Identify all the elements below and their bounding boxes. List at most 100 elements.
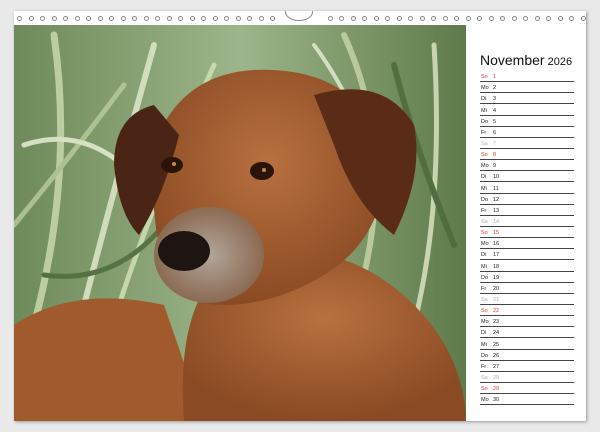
binding-hole bbox=[534, 16, 540, 21]
weekday-label: Di bbox=[481, 252, 487, 259]
binding-hole bbox=[86, 16, 91, 21]
day-row: Do 26 bbox=[480, 350, 574, 361]
day-row: So 29 bbox=[480, 383, 574, 395]
binding-hole bbox=[557, 16, 563, 21]
wire-binding bbox=[14, 11, 586, 25]
day-number: 26 bbox=[493, 352, 500, 359]
day-row: Mi 11 bbox=[480, 182, 574, 194]
day-number: 18 bbox=[493, 263, 500, 270]
hanger-hole bbox=[285, 11, 313, 21]
day-row: Di 24 bbox=[480, 327, 574, 339]
weekday-label: So bbox=[481, 308, 488, 315]
day-row: Do 19 bbox=[480, 272, 574, 283]
day-row: Sa 7 bbox=[480, 138, 574, 149]
weekday-label: Mi bbox=[481, 185, 487, 192]
binding-hole bbox=[143, 16, 149, 21]
day-number: 10 bbox=[493, 174, 500, 181]
binding-hole bbox=[51, 16, 57, 21]
day-row: Fr 20 bbox=[480, 283, 574, 294]
day-row: Mi 4 bbox=[480, 104, 574, 116]
day-number: 23 bbox=[493, 319, 500, 326]
month-name: November bbox=[480, 52, 545, 68]
weekday-label: Do bbox=[481, 118, 489, 125]
binding-hole bbox=[396, 16, 402, 21]
weekday-label: Do bbox=[481, 274, 489, 281]
weekday-label: Fr bbox=[481, 285, 487, 292]
binding-hole bbox=[63, 16, 68, 21]
day-number: 28 bbox=[493, 374, 500, 381]
day-number: 29 bbox=[493, 386, 500, 393]
day-number: 15 bbox=[493, 230, 500, 237]
month-title: November 2026 bbox=[480, 52, 572, 68]
binding-hole bbox=[189, 16, 195, 21]
day-number: 4 bbox=[493, 107, 497, 114]
binding-hole bbox=[465, 16, 471, 21]
binding-hole bbox=[442, 16, 448, 21]
weekday-label: Di bbox=[481, 174, 487, 181]
day-row: Mo 2 bbox=[480, 82, 574, 94]
weekday-label: Sa bbox=[481, 218, 488, 225]
binding-hole bbox=[362, 16, 367, 21]
weekday-label: Mi bbox=[481, 263, 487, 270]
day-number: 7 bbox=[493, 140, 497, 147]
day-row: Do 5 bbox=[480, 116, 574, 127]
day-row: Di 17 bbox=[480, 249, 574, 261]
weekday-label: So bbox=[481, 386, 488, 393]
binding-hole bbox=[500, 16, 505, 21]
binding-hole bbox=[258, 16, 264, 21]
weekday-label: Mi bbox=[481, 341, 487, 348]
day-row: Sa 28 bbox=[480, 372, 574, 383]
day-row: So 1 bbox=[480, 71, 574, 83]
day-row: So 8 bbox=[480, 149, 574, 161]
year-label: 2026 bbox=[547, 56, 573, 68]
day-number: 20 bbox=[493, 285, 500, 292]
weekday-label: Do bbox=[481, 196, 489, 203]
weekday-label: Mo bbox=[481, 85, 489, 92]
weekday-label: Mo bbox=[481, 319, 489, 326]
day-row: Sa 21 bbox=[480, 294, 574, 305]
binding-hole bbox=[247, 16, 252, 21]
day-row: Fr 27 bbox=[480, 361, 574, 372]
day-number: 25 bbox=[493, 341, 500, 348]
binding-hole bbox=[28, 16, 34, 21]
binding-hole bbox=[155, 16, 160, 21]
weekday-label: Sa bbox=[481, 140, 488, 147]
day-row: Mo 9 bbox=[480, 160, 574, 172]
day-row: Di 10 bbox=[480, 171, 574, 183]
binding-hole bbox=[17, 16, 22, 21]
day-number: 11 bbox=[493, 185, 499, 192]
weekday-label: Mo bbox=[481, 241, 489, 248]
weekday-label: Mi bbox=[481, 107, 487, 114]
binding-hole bbox=[212, 16, 218, 21]
binding-hole bbox=[40, 16, 45, 21]
binding-hole bbox=[120, 16, 126, 21]
day-list: So 1 Mo 2 Di 3 Mi 4 Do 5 Fr 6 Sa 7 So 8 Mo 9 Di 10 Mi 11 Do 12 F… bbox=[480, 71, 574, 406]
day-row: Mo 16 bbox=[480, 238, 574, 250]
binding-hole bbox=[327, 16, 333, 21]
dog-photo bbox=[14, 25, 466, 421]
weekday-label: Fr bbox=[481, 363, 487, 370]
day-number: 12 bbox=[493, 196, 500, 203]
weekday-label: Di bbox=[481, 96, 487, 103]
weekday-label: Do bbox=[481, 352, 489, 359]
binding-hole bbox=[569, 16, 574, 21]
binding-hole bbox=[178, 16, 183, 21]
day-number: 5 bbox=[493, 118, 497, 125]
binding-hole bbox=[419, 16, 425, 21]
weekday-label: Sa bbox=[481, 374, 488, 381]
day-row: So 22 bbox=[480, 305, 574, 317]
day-number: 14 bbox=[493, 218, 500, 225]
binding-hole bbox=[523, 16, 528, 21]
day-number: 13 bbox=[493, 207, 500, 214]
binding-hole bbox=[373, 16, 379, 21]
weekday-label: Fr bbox=[481, 207, 487, 214]
day-row: Mi 18 bbox=[480, 260, 574, 272]
binding-hole bbox=[339, 16, 344, 21]
day-number: 30 bbox=[493, 397, 500, 404]
day-number: 2 bbox=[493, 85, 497, 92]
weekday-label: Fr bbox=[481, 129, 487, 136]
day-number: 24 bbox=[493, 330, 500, 337]
binding-hole bbox=[235, 16, 241, 21]
binding-hole bbox=[224, 16, 229, 21]
binding-hole bbox=[385, 16, 390, 21]
